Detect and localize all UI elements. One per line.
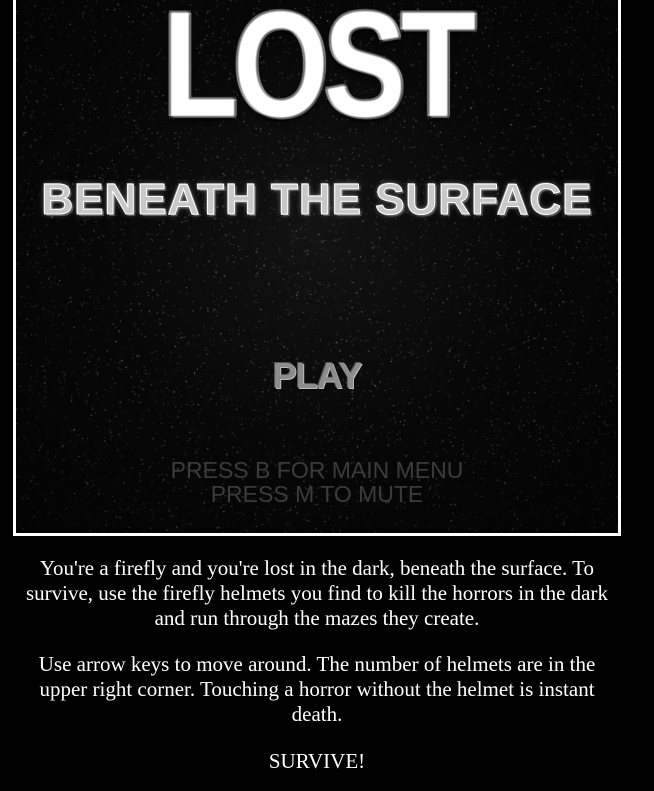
mute-hint: PRESS M TO MUTE bbox=[210, 481, 424, 507]
controls-paragraph: Use arrow keys to move around. The numbe… bbox=[38, 652, 596, 726]
play-button[interactable]: PLAY bbox=[16, 355, 618, 397]
main-menu-hint: PRESS B FOR MAIN MENU bbox=[170, 457, 464, 483]
game-canvas[interactable]: LOST LOST BENEATH THE SURFACE PLAY PRESS… bbox=[13, 0, 621, 536]
story-paragraph: You're a firefly and you're lost in the … bbox=[25, 556, 609, 630]
survive-text: SURVIVE! bbox=[268, 749, 366, 773]
game-subtitle: BENEATH THE SURFACE bbox=[41, 175, 593, 225]
game-title: LOST bbox=[70, 0, 564, 139]
